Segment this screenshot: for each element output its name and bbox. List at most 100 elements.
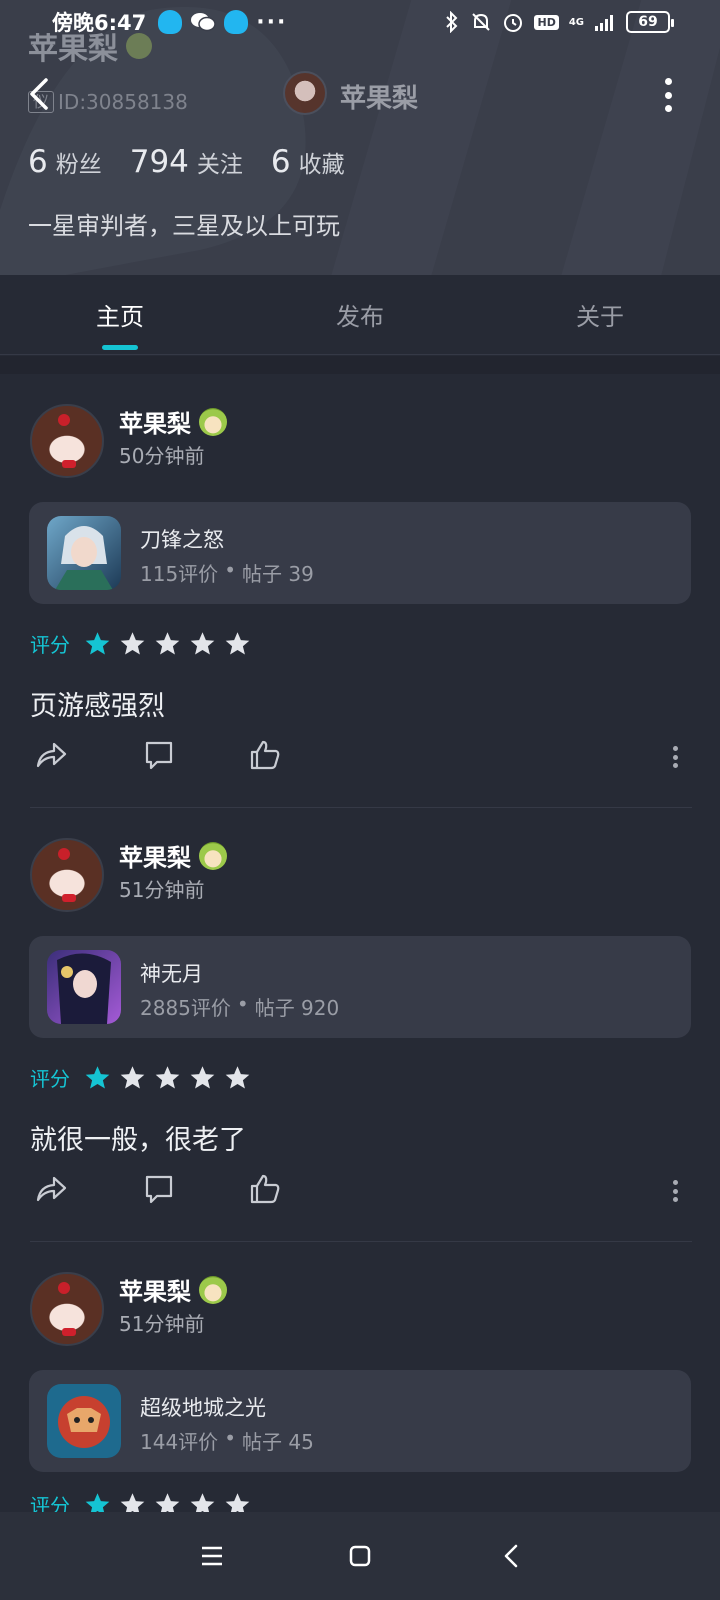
profile-header: 傍晚6:47 ··· HD 4G 69 苹果梨 仪 ID:30858138 苹果… (0, 0, 720, 275)
hd-icon: HD (534, 14, 559, 30)
post-more-button[interactable] (670, 1180, 680, 1202)
tab-posts[interactable]: 发布 (240, 275, 480, 354)
level-badge-icon (199, 1275, 227, 1304)
post-username[interactable]: 苹果梨 (119, 1272, 191, 1307)
star-icon (225, 632, 250, 655)
game-card[interactable]: 刀锋之怒 115评价 • 帖子 39 (29, 502, 691, 604)
star-icon (190, 1493, 215, 1512)
level-badge-icon (126, 33, 152, 59)
post-text: 就很一般，很老了 (30, 1125, 246, 1156)
signal-icon (595, 15, 613, 31)
level-badge-icon (199, 407, 227, 436)
star-icon (120, 632, 145, 655)
star-icon (225, 1066, 250, 1089)
more-notifications-icon: ··· (256, 9, 288, 35)
post-user: 苹果梨 (119, 838, 227, 873)
share-icon[interactable] (34, 1172, 68, 1206)
bluetooth-icon (446, 11, 458, 33)
star-icon (120, 1493, 145, 1512)
game-meta: 144评价 • 帖子 45 (140, 1426, 314, 1454)
rating-label: 评分 (30, 1494, 70, 1512)
post-time: 50分钟前 (119, 444, 205, 468)
star-icon (225, 1493, 250, 1512)
star-icon (85, 1066, 110, 1089)
wechat-icon (191, 13, 216, 32)
game-icon (47, 516, 121, 590)
thumbs-up-icon[interactable] (248, 738, 282, 772)
post-time: 51分钟前 (119, 878, 205, 902)
rating-label: 评分 (30, 1067, 70, 1091)
post-user: 苹果梨 (119, 404, 227, 439)
system-navigation-bar (0, 1512, 720, 1600)
profile-id: ID:30858138 (58, 90, 188, 114)
feed-post: 苹果梨 51分钟前 超级地城之光 144评价 • 帖子 45 评分 (0, 1242, 720, 1512)
game-icon (47, 1384, 121, 1458)
profile-tabs: 主页 发布 关于 (0, 275, 720, 355)
game-card[interactable]: 超级地城之光 144评价 • 帖子 45 (29, 1370, 691, 1472)
post-username[interactable]: 苹果梨 (119, 838, 191, 873)
star-icon (190, 632, 215, 655)
feed-post: 苹果梨 50分钟前 刀锋之怒 115评价 • 帖子 39 评分 页游感强烈 (0, 374, 720, 808)
back-button[interactable] (24, 74, 56, 114)
qq-icon (158, 10, 183, 34)
battery-indicator: 69 (626, 11, 674, 33)
level-badge-icon (199, 841, 227, 870)
nav-title: 苹果梨 (340, 84, 419, 114)
star-icon (190, 1066, 215, 1089)
star-icon (120, 1066, 145, 1089)
game-meta: 115评价 • 帖子 39 (140, 558, 314, 586)
post-actions (30, 730, 692, 780)
more-options-button[interactable] (658, 78, 678, 112)
star-icon (85, 632, 110, 655)
alarm-icon (504, 14, 523, 32)
feed-post: 苹果梨 51分钟前 神无月 2885评价 • 帖子 920 评分 就很一般，很老… (0, 808, 720, 1242)
profile-name: 苹果梨 (28, 24, 152, 68)
game-icon (47, 950, 121, 1024)
mute-bell-icon (472, 13, 491, 31)
comment-icon[interactable] (142, 738, 176, 772)
game-name: 超级地城之光 (140, 1396, 266, 1420)
avatar[interactable] (30, 1272, 104, 1346)
avatar[interactable] (30, 404, 104, 478)
profile-stats: 6 粉丝 794 关注 6 收藏 (28, 144, 373, 180)
profile-bio: 一星审判者，三星及以上可玩 (28, 212, 340, 240)
star-icon (155, 1066, 180, 1089)
star-icon (155, 632, 180, 655)
section-divider (0, 356, 720, 374)
back-chevron-icon[interactable] (496, 1540, 528, 1572)
rating: 评分 (30, 1490, 251, 1512)
qq-icon-2 (224, 10, 249, 34)
game-meta: 2885评价 • 帖子 920 (140, 992, 340, 1020)
post-user: 苹果梨 (119, 1272, 227, 1307)
game-name: 神无月 (140, 962, 203, 986)
dot (664, 91, 672, 99)
game-name: 刀锋之怒 (140, 528, 224, 552)
dot (664, 78, 672, 85)
dot (664, 105, 672, 112)
tab-home[interactable]: 主页 (0, 275, 240, 354)
stat-favorites[interactable]: 6 收藏 (271, 144, 345, 180)
tab-about[interactable]: 关于 (480, 275, 720, 354)
post-username[interactable]: 苹果梨 (119, 404, 191, 439)
thumbs-up-icon[interactable] (248, 1172, 282, 1206)
menu-icon[interactable] (196, 1540, 228, 1572)
star-icon (85, 1493, 110, 1512)
comment-icon[interactable] (142, 1172, 176, 1206)
post-actions (30, 1164, 692, 1214)
rating: 评分 (30, 629, 251, 658)
feed-list: 苹果梨 50分钟前 刀锋之怒 115评价 • 帖子 39 评分 页游感强烈 苹果… (0, 374, 720, 1512)
nav-avatar (283, 71, 327, 115)
home-square-icon[interactable] (344, 1540, 376, 1572)
post-more-button[interactable] (670, 746, 680, 768)
post-time: 51分钟前 (119, 1312, 205, 1336)
rating-label: 评分 (30, 633, 70, 657)
stat-fans[interactable]: 6 粉丝 (28, 144, 102, 180)
stat-following[interactable]: 794 关注 (130, 144, 243, 180)
share-icon[interactable] (34, 738, 68, 772)
post-text: 页游感强烈 (30, 691, 165, 722)
star-icon (155, 1493, 180, 1512)
network-type: 4G (568, 16, 584, 28)
avatar[interactable] (30, 838, 104, 912)
game-card[interactable]: 神无月 2885评价 • 帖子 920 (29, 936, 691, 1038)
rating: 评分 (30, 1063, 251, 1092)
